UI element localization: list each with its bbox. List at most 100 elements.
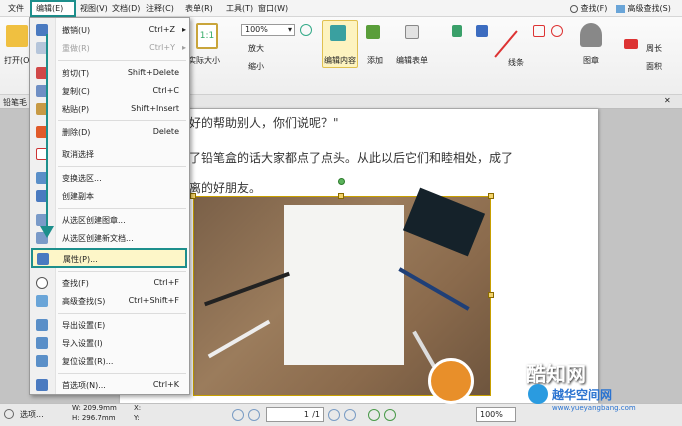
advanced-find-button[interactable]: 高级查找(S) (616, 3, 671, 14)
menu-item-advanced-find[interactable]: 高级查找(S) Ctrl+Shift+F (30, 292, 189, 310)
watermark-brand: 酷知网 (526, 362, 586, 386)
find-button[interactable]: 查找(F) (570, 3, 607, 14)
reset-settings-icon (36, 355, 48, 367)
submenu-arrow-icon: ▸ (181, 25, 186, 34)
menu-edit[interactable]: 编辑(E) (36, 3, 63, 14)
menu-item-properties[interactable]: 属性(P)... (31, 248, 187, 268)
doc-line-3: 离的好朋友。 (189, 181, 262, 195)
menu-document[interactable]: 文档(D) (112, 3, 140, 14)
menu-separator (58, 373, 186, 374)
menu-separator (58, 271, 186, 272)
area-label[interactable]: 面积 (646, 61, 662, 72)
actual-size-label[interactable]: 实际大小 (188, 55, 220, 66)
lines-label[interactable]: 线条 (508, 57, 524, 68)
menu-tools[interactable]: 工具(T) (226, 3, 253, 14)
add-image-icon[interactable] (366, 25, 380, 39)
form-field-icon[interactable] (405, 25, 419, 39)
menu-file[interactable]: 文件 (8, 3, 24, 14)
menu-comment[interactable]: 注释(C) (146, 3, 174, 14)
menu-item-redo[interactable]: 重做(R) Ctrl+Y ▸ (30, 39, 189, 57)
first-page-icon[interactable] (232, 409, 244, 421)
open-folder-icon[interactable] (6, 25, 28, 47)
doc-line-2: 了铅笔盒的话大家都点了点头。从此以后它们和睦相处，成了 (189, 151, 514, 165)
resize-handle-e[interactable] (488, 292, 494, 298)
rotate-handle[interactable] (338, 178, 345, 185)
properties-icon (37, 253, 49, 265)
menu-item-undo[interactable]: 撤销(U) Ctrl+Z ▸ (30, 21, 189, 39)
zoom-select[interactable]: 100% ▾ (241, 24, 295, 36)
import-settings-icon (36, 337, 48, 349)
panel-tab[interactable]: 铅笔毛 (3, 97, 27, 108)
advanced-find-icon (616, 4, 625, 13)
menu-item-delete[interactable]: 删除(D) Delete (30, 123, 189, 141)
pen-object (204, 271, 290, 307)
line-tool-icon[interactable] (494, 30, 518, 58)
stamp-label[interactable]: 图章 (583, 55, 599, 66)
menu-item-export-settings[interactable]: 导出设置(E) (30, 316, 189, 334)
menu-window[interactable]: 窗口(W) (258, 3, 288, 14)
menu-item-preferences[interactable]: 首选项(N)... Ctrl+K (30, 376, 189, 394)
menu-item-reset-settings[interactable]: 复位设置(R)... (30, 352, 189, 370)
zoom-in-icon[interactable] (300, 24, 312, 36)
watermark-site-url: www.yueyangbang.com (552, 404, 636, 412)
zoom-in-label[interactable]: 放大 (248, 43, 264, 54)
menu-item-paste[interactable]: 粘贴(P) Shift+Insert (30, 100, 189, 118)
height-readout: H: 296.7mm (72, 414, 116, 422)
menu-item-duplicate[interactable]: 创建副本 (30, 187, 189, 205)
watermark-site-name: 越华空间网 (552, 388, 613, 402)
menu-item-cut[interactable]: 剪切(T) Shift+Delete (30, 64, 189, 82)
actual-size-icon[interactable]: 1:1 (196, 23, 218, 49)
text-edit-icon (330, 25, 346, 41)
paper-sheet (284, 205, 404, 365)
resize-handle-ne[interactable] (488, 193, 494, 199)
close-panel-icon[interactable]: ✕ (664, 96, 671, 105)
prev-page-icon[interactable] (248, 409, 260, 421)
zoom-out-label[interactable]: 缩小 (248, 61, 264, 72)
last-page-icon[interactable] (344, 409, 356, 421)
menu-separator (58, 313, 186, 314)
doc-line-1: 好的帮助别人，你们说呢？" (189, 116, 339, 130)
resize-handle-nw[interactable] (190, 193, 196, 199)
stamp-icon[interactable] (580, 23, 602, 47)
export-settings-icon (36, 319, 48, 331)
menu-separator (58, 166, 186, 167)
forward-icon[interactable] (384, 409, 396, 421)
menu-view[interactable]: 视图(V) (80, 3, 108, 14)
watermark-badge-icon (528, 384, 548, 404)
find-icon (570, 4, 578, 13)
chevron-down-icon: ▾ (287, 25, 292, 34)
white-pencil-object (207, 319, 271, 359)
annotation-arrow-head (40, 226, 54, 238)
submenu-arrow-icon: ▸ (181, 43, 186, 52)
edit-menu-dropdown: 撤销(U) Ctrl+Z ▸ 重做(R) Ctrl+Y ▸ 剪切(T) Shif… (29, 17, 190, 395)
find-icon (36, 277, 48, 289)
annotation-arrow-line (46, 34, 48, 230)
menu-item-deselect[interactable]: 取消选择 (30, 145, 189, 163)
watermark: 酷知网 越华空间网 www.yueyangbang.com (428, 356, 682, 426)
rectangle-tool-icon[interactable] (533, 25, 545, 37)
ellipse-tool-icon[interactable] (551, 25, 563, 37)
perimeter-label[interactable]: 周长 (646, 43, 662, 54)
add-label[interactable]: 添加 (367, 55, 383, 66)
edit-form-label[interactable]: 编辑表单 (396, 55, 428, 66)
advanced-find-icon (36, 295, 48, 307)
menu-item-copy[interactable]: 复制(C) Ctrl+C (30, 82, 189, 100)
options-button[interactable]: 选项... (20, 409, 44, 420)
next-page-icon[interactable] (328, 409, 340, 421)
attach-icon[interactable] (476, 25, 488, 37)
resize-handle-n[interactable] (338, 193, 344, 199)
menu-form[interactable]: 表单(R) (185, 3, 213, 14)
back-icon[interactable] (368, 409, 380, 421)
width-readout: W: 209.9mm (72, 404, 117, 412)
page-number-field[interactable]: 1 /1 (266, 407, 324, 422)
menu-item-transform-selection[interactable]: 变换选区... (30, 169, 189, 187)
measure-icon[interactable] (624, 39, 638, 49)
text-tool-icon[interactable] (452, 25, 462, 37)
y-readout: Y: (134, 414, 140, 422)
menubar: 文件 编辑(E) 视图(V) 文档(D) 注释(C) 表单(R) 工具(T) 窗… (0, 0, 682, 17)
menu-item-import-settings[interactable]: 导入设置(I) (30, 334, 189, 352)
menu-item-find[interactable]: 查找(F) Ctrl+F (30, 274, 189, 292)
edit-content-label[interactable]: 编辑内容 (324, 55, 356, 66)
gear-icon[interactable] (4, 409, 14, 419)
menu-separator (58, 120, 186, 121)
